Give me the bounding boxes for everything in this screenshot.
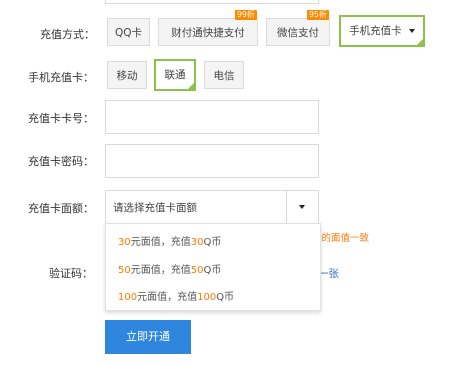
captcha-label: 验证码： [49,267,93,280]
payment-option-tenpay[interactable]: 财付通快捷支付 99折 [158,10,258,46]
top-partial-input[interactable] [105,0,319,4]
denomination-option[interactable]: 50元面值，充值50Q币 [118,261,221,276]
payment-option-mobile-card[interactable]: 手机充值卡 [339,15,425,47]
denomination-option[interactable]: 100元面值，充值100Q币 [118,288,234,303]
option-text: 元面值，充值 [130,265,191,276]
option-coins: 50 [190,265,204,276]
discount-badge: 95折 [306,10,329,20]
carrier-option-label: 移动 [116,70,138,82]
card-password-label: 充值卡密码： [28,155,94,168]
option-suffix: Q币 [203,237,222,248]
submit-button-label: 立即开通 [126,330,170,343]
payment-option-label: 微信支付 [277,27,319,39]
selected-check-icon [187,82,195,90]
payment-method-label: 充值方式： [40,28,95,41]
option-suffix: Q币 [216,292,235,303]
submit-button[interactable]: 立即开通 [105,320,191,354]
card-number-input[interactable] [105,100,319,134]
denomination-select[interactable]: 请选择充值卡面额 [105,190,319,224]
mobile-card-label: 手机充值卡： [28,71,94,84]
denomination-option[interactable]: 30元面值，充值30Q币 [118,233,221,248]
payment-option-qq-card[interactable]: QQ卡 [107,18,150,46]
carrier-option-telecom[interactable]: 电信 [204,61,244,89]
carrier-option-mobile[interactable]: 移动 [107,61,147,89]
payment-option-wechat[interactable]: 微信支付 95折 [266,10,330,46]
card-password-input[interactable] [105,144,319,178]
carrier-option-unicom[interactable]: 联通 [154,59,196,91]
chevron-down-icon [299,205,305,209]
option-amount: 30 [118,237,131,248]
card-number-label: 充值卡卡号： [28,112,94,125]
payment-option-label: 财付通快捷支付 [171,27,245,39]
payment-option-label: QQ卡 [114,27,143,39]
option-text: 元面值，充值 [130,237,191,248]
selected-check-icon [416,38,424,46]
option-amount: 100 [118,292,138,303]
select-divider [286,191,287,223]
option-coins: 30 [190,237,204,248]
carrier-option-label: 电信 [213,70,235,82]
denomination-label: 充值卡面额： [28,202,94,215]
discount-badge: 99折 [234,10,257,20]
denomination-placeholder: 请选择充值卡面额 [113,202,197,214]
option-text: 元面值，充值 [137,292,198,303]
chevron-down-icon [408,29,415,33]
captcha-refresh-link[interactable]: 一张 [318,266,339,281]
option-amount: 50 [118,265,131,276]
option-coins: 100 [197,292,217,303]
carrier-option-label: 联通 [164,69,186,81]
payment-option-label: 手机充值卡 [349,25,402,37]
denomination-dropdown: 30元面值，充值30Q币 50元面值，充值50Q币 100元面值，充值100Q币 [105,223,321,311]
option-suffix: Q币 [203,265,222,276]
